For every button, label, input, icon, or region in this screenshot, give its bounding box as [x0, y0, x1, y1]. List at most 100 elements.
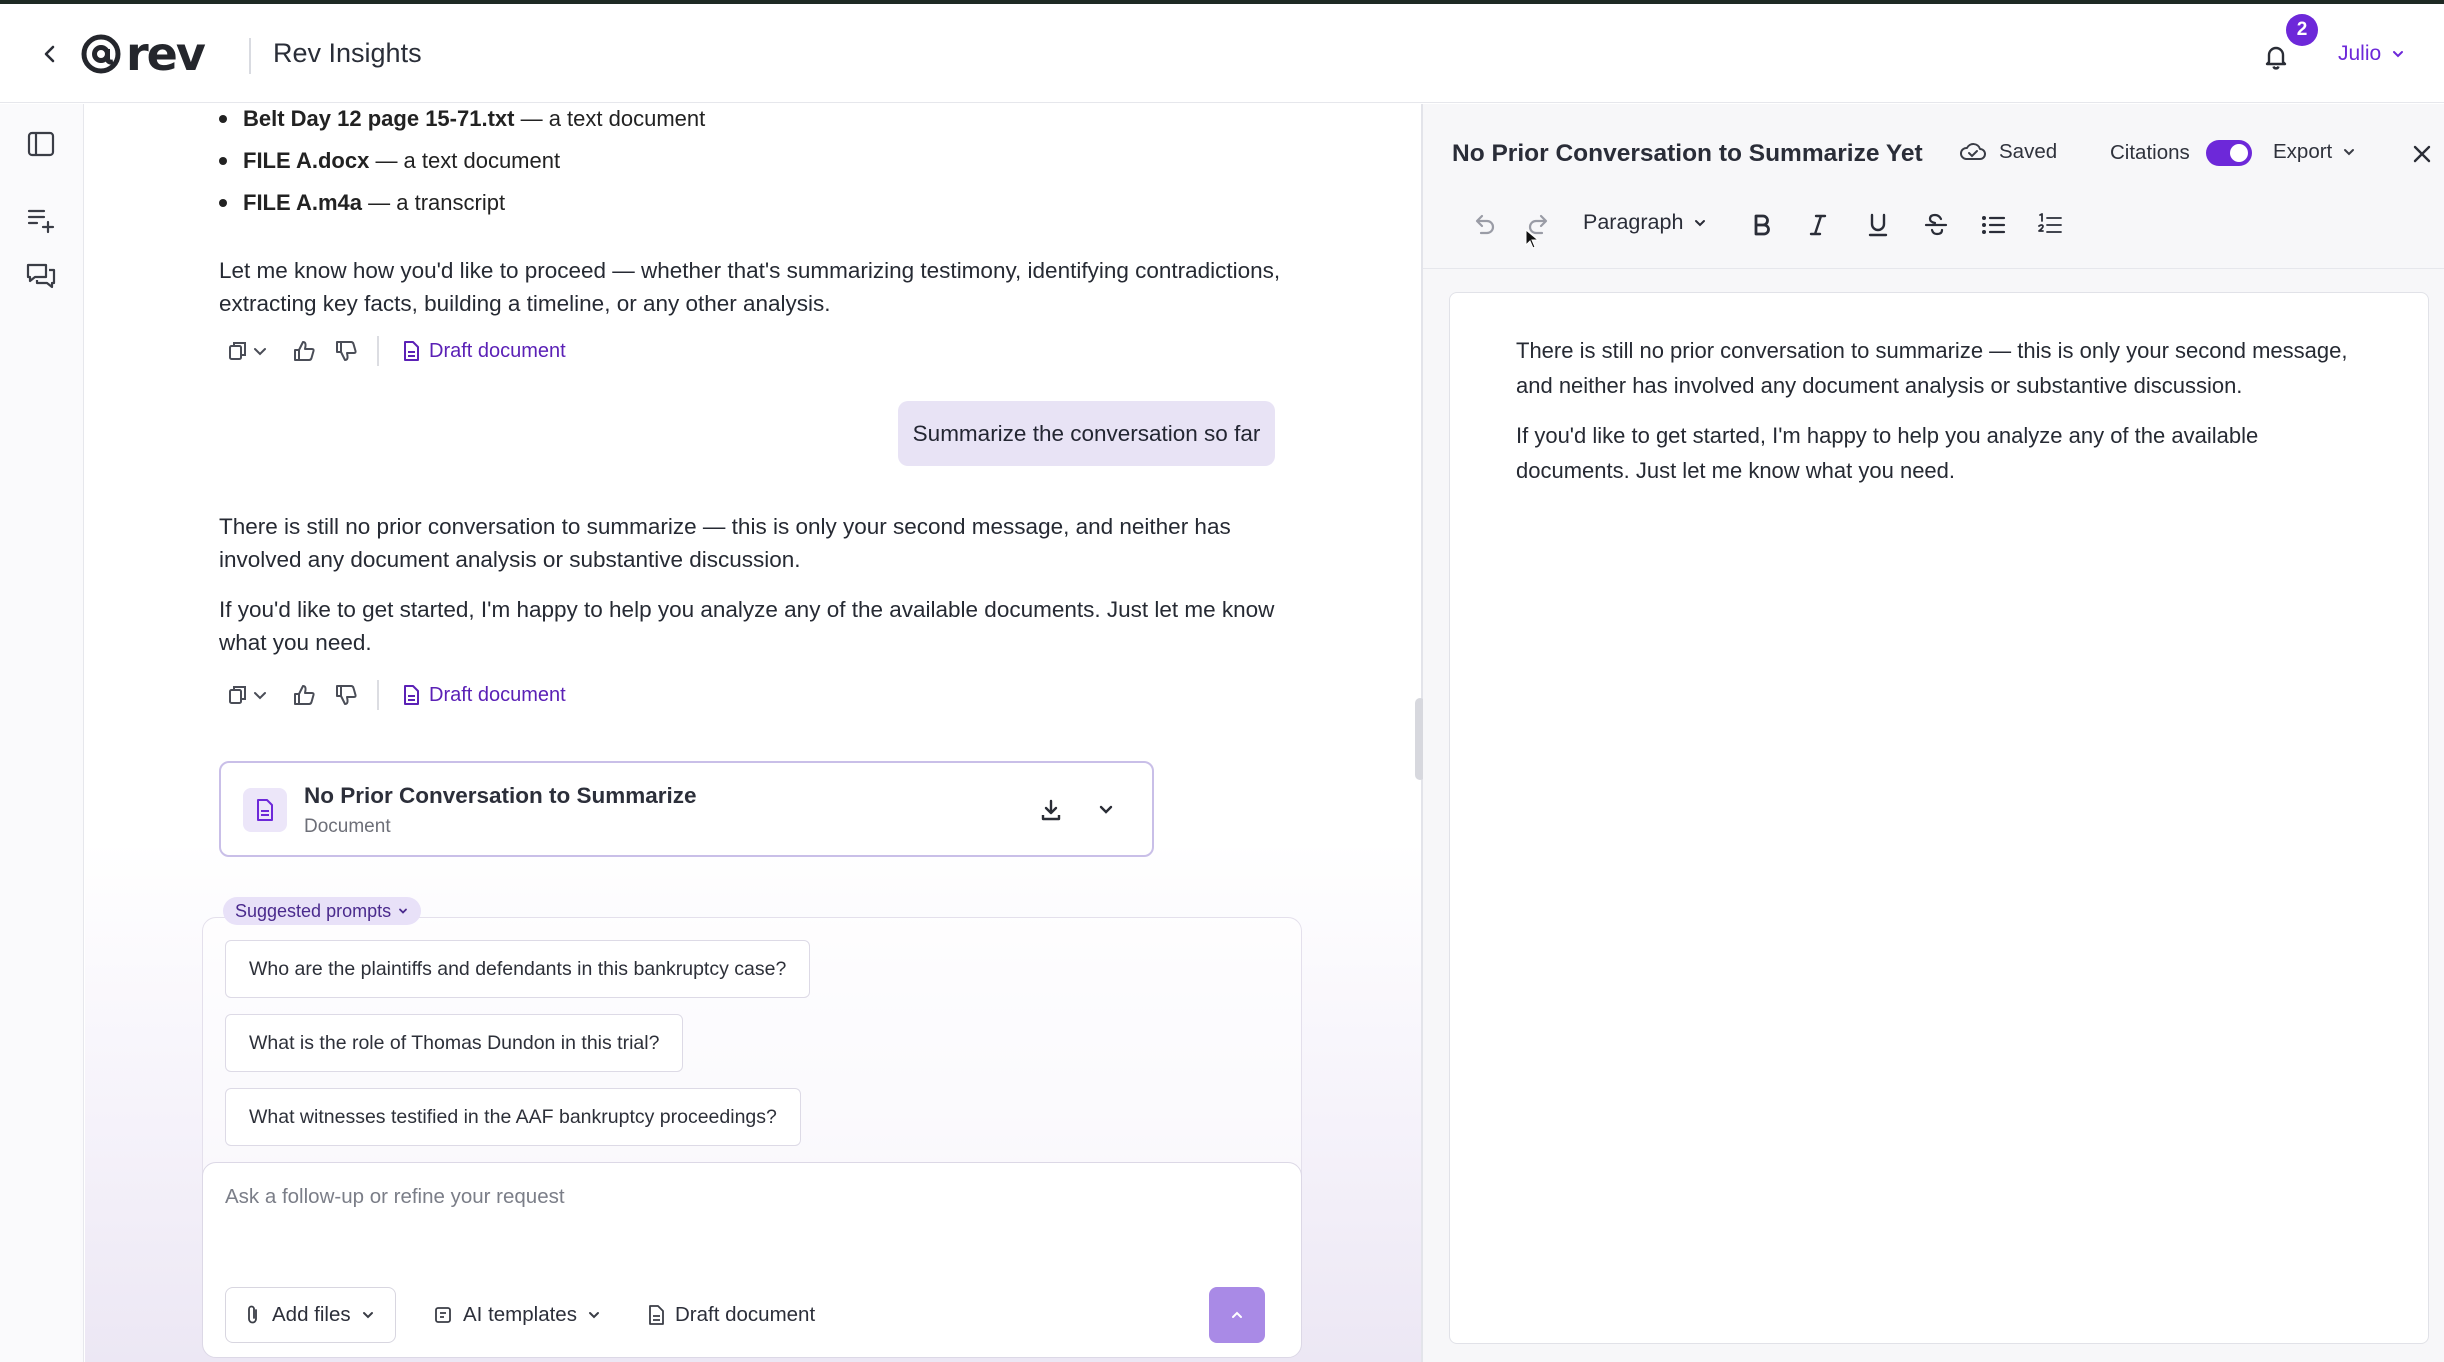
- save-status: Saved: [1959, 140, 2057, 164]
- suggested-prompts-toggle[interactable]: Suggested prompts: [223, 897, 422, 925]
- underline-icon[interactable]: [1863, 210, 1893, 240]
- template-icon: [433, 1305, 453, 1325]
- export-menu[interactable]: Export: [2273, 140, 2356, 164]
- chevron-down-icon[interactable]: [251, 682, 269, 708]
- document-body[interactable]: There is still no prior conversation to …: [1449, 292, 2429, 1344]
- thumbs-up-icon[interactable]: [291, 338, 317, 364]
- left-rail: [0, 104, 84, 1362]
- actions-divider: [377, 336, 379, 366]
- send-button[interactable]: [1209, 1287, 1265, 1343]
- file-name: FILE A.docx: [243, 148, 370, 173]
- paperclip-icon: [244, 1304, 262, 1326]
- user-message-bubble: Summarize the conversation so far: [898, 401, 1275, 466]
- document-icon: [401, 684, 421, 706]
- logo-wordmark: rev: [126, 27, 206, 81]
- assistant-message: If you'd like to get started, I'm happy …: [219, 597, 1275, 655]
- user-menu[interactable]: Julio: [2338, 42, 2405, 66]
- document-card[interactable]: No Prior Conversation to Summarize Docum…: [219, 761, 1154, 857]
- list-item: FILE A.docx — a text document: [219, 140, 705, 182]
- header-divider: [249, 38, 251, 74]
- message-composer: Add files AI templates Draft document: [202, 1162, 1302, 1358]
- bullet-list-icon[interactable]: [1978, 210, 2008, 240]
- draft-document-link[interactable]: Draft document: [401, 684, 566, 707]
- document-card-subtitle: Document: [304, 816, 391, 837]
- citations-toggle[interactable]: [2205, 140, 2252, 166]
- file-list: Belt Day 12 page 15-71.txt — a text docu…: [219, 104, 705, 224]
- chat-panel: Belt Day 12 page 15-71.txt — a text docu…: [85, 104, 1421, 1362]
- export-label: Export: [2273, 140, 2333, 163]
- conversations-icon[interactable]: [24, 259, 58, 293]
- copy-icon[interactable]: [225, 682, 251, 708]
- chevron-down-icon: [587, 1308, 601, 1322]
- copy-icon[interactable]: [225, 338, 251, 364]
- block-style-value: Paragraph: [1583, 210, 1684, 234]
- saved-label: Saved: [1999, 140, 2058, 163]
- numbered-list-icon[interactable]: [2035, 210, 2065, 240]
- cloud-check-icon: [1959, 141, 1987, 163]
- draft-document-label: Draft document: [675, 1303, 816, 1326]
- ai-templates-button[interactable]: AI templates: [433, 1287, 601, 1343]
- document-icon: [401, 340, 421, 362]
- ai-templates-label: AI templates: [463, 1303, 577, 1326]
- chevron-down-icon: [361, 1308, 375, 1322]
- list-item: FILE A.m4a — a transcript: [219, 182, 705, 224]
- document-icon: [647, 1304, 665, 1326]
- suggested-prompt[interactable]: What witnesses testified in the AAF bank…: [225, 1088, 801, 1146]
- document-card-title: No Prior Conversation to Summarize: [304, 783, 697, 808]
- sidebar-toggle-icon[interactable]: [24, 127, 58, 161]
- add-files-button[interactable]: Add files: [225, 1287, 396, 1343]
- message-actions: Draft document: [225, 336, 566, 366]
- strikethrough-icon[interactable]: [1921, 210, 1951, 240]
- file-name: FILE A.m4a: [243, 190, 362, 215]
- rev-logo: rev: [80, 26, 206, 82]
- chevron-down-icon: [1693, 216, 1707, 230]
- download-icon[interactable]: [1036, 795, 1066, 825]
- toolbar-divider: [1423, 268, 2444, 269]
- close-icon[interactable]: [2410, 142, 2434, 166]
- draft-document-label: Draft document: [429, 683, 566, 706]
- thumbs-down-icon[interactable]: [333, 338, 359, 364]
- suggested-prompt[interactable]: What is the role of Thomas Dundon in thi…: [225, 1014, 684, 1072]
- draft-document-link[interactable]: Draft document: [401, 340, 566, 363]
- file-desc: — a text document: [520, 106, 706, 131]
- app-title: Rev Insights: [273, 38, 422, 68]
- chevron-down-icon[interactable]: [251, 338, 269, 364]
- mouse-cursor-icon: [1524, 228, 1540, 250]
- suggested-prompt[interactable]: Who are the plaintiffs and defendants in…: [225, 940, 811, 998]
- undo-icon[interactable]: [1469, 210, 1499, 240]
- user-name: Julio: [2338, 42, 2382, 65]
- new-chat-icon[interactable]: [24, 204, 58, 238]
- thumbs-down-icon[interactable]: [333, 682, 359, 708]
- bold-icon[interactable]: [1746, 210, 1776, 240]
- file-desc: — a transcript: [368, 190, 506, 215]
- document-editor-panel: No Prior Conversation to Summarize Yet S…: [1423, 104, 2444, 1362]
- italic-icon[interactable]: [1803, 210, 1833, 240]
- chevron-down-icon: [2391, 47, 2405, 61]
- actions-divider: [377, 680, 379, 710]
- document-title[interactable]: No Prior Conversation to Summarize Yet: [1452, 140, 1923, 168]
- message-input[interactable]: [225, 1185, 1265, 1209]
- document-paragraph[interactable]: If you'd like to get started, I'm happy …: [1516, 418, 2376, 488]
- citations-label: Citations: [2110, 141, 2190, 164]
- back-arrow-icon[interactable]: [36, 40, 64, 68]
- draft-document-label: Draft document: [429, 339, 566, 362]
- chevron-down-icon: [2342, 145, 2356, 159]
- citations-control: Citations: [2110, 140, 2252, 166]
- assistant-message: There is still no prior conversation to …: [219, 514, 1231, 572]
- file-name: Belt Day 12 page 15-71.txt: [243, 106, 515, 131]
- add-files-label: Add files: [272, 1303, 351, 1326]
- block-style-select[interactable]: Paragraph: [1583, 210, 1707, 235]
- app-header: rev Rev Insights 2 Julio: [0, 4, 2444, 103]
- arrow-up-icon: [1229, 1307, 1245, 1323]
- message-actions: Draft document: [225, 680, 566, 710]
- chevron-down-icon: [397, 905, 409, 917]
- document-paragraph[interactable]: There is still no prior conversation to …: [1516, 333, 2376, 403]
- suggested-prompts-label: Suggested prompts: [235, 900, 392, 921]
- composer-draft-document-button[interactable]: Draft document: [647, 1287, 815, 1343]
- thumbs-up-icon[interactable]: [291, 682, 317, 708]
- assistant-message: Let me know how you'd like to proceed — …: [219, 258, 1281, 316]
- bell-icon[interactable]: [2260, 40, 2292, 72]
- chevron-down-icon[interactable]: [1091, 795, 1121, 825]
- list-item: Belt Day 12 page 15-71.txt — a text docu…: [219, 104, 705, 140]
- file-desc: — a text document: [375, 148, 561, 173]
